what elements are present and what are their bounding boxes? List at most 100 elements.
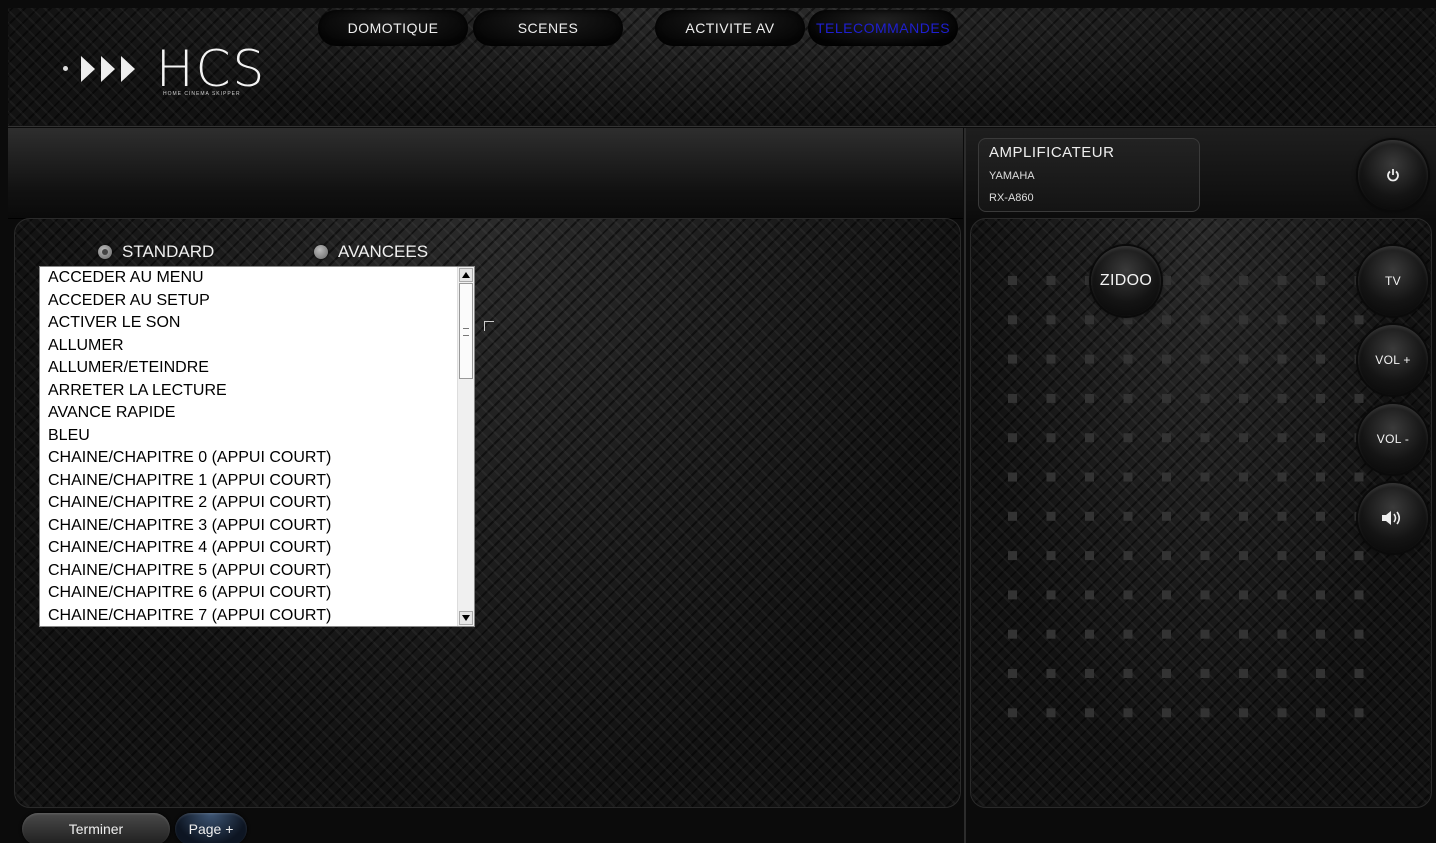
list-item[interactable]: ACCEDER AU SETUP: [40, 290, 457, 313]
grid-slot: [1085, 669, 1094, 678]
scroll-up-button[interactable]: [459, 268, 473, 282]
grid-slot: [1046, 433, 1056, 443]
grid-slot: [1085, 472, 1094, 482]
list-item[interactable]: ACCEDER AU MENU: [40, 267, 457, 290]
grid-slot: [1200, 472, 1210, 482]
mute-button[interactable]: [1358, 483, 1428, 553]
grid-slot: [1277, 708, 1287, 718]
list-item[interactable]: AVANCE RAPIDE: [40, 402, 457, 425]
device-type: AMPLIFICATEUR: [989, 144, 1115, 161]
grid-slot: [1123, 590, 1133, 600]
grid-slot: [1046, 354, 1056, 364]
arrow-down-icon: [462, 615, 470, 621]
grid-slot: [1277, 551, 1287, 561]
list-item[interactable]: CHAINE/CHAPITRE 1 (APPUI COURT): [40, 470, 457, 493]
grid-slot: [1085, 354, 1094, 364]
list-item[interactable]: ALLUMER: [40, 335, 457, 358]
radio-advanced[interactable]: AVANCEES: [314, 242, 428, 262]
radio-advanced-indicator: [314, 245, 328, 259]
grid-slot: [1008, 708, 1017, 718]
grid-slot: [1200, 393, 1210, 403]
grid-slot: [1162, 276, 1171, 285]
grid-slot: [1123, 511, 1133, 521]
grid-slot: [1162, 511, 1171, 521]
grid-slot: [1085, 433, 1094, 443]
grid-slot: [1316, 393, 1325, 403]
grid-slot: [1008, 629, 1017, 639]
grid-slot: [1200, 433, 1210, 443]
remote-grid: [1008, 276, 1364, 718]
list-item[interactable]: CHAINE/CHAPITRE 4 (APPUI COURT): [40, 537, 457, 560]
logo-arrows-icon: [81, 56, 135, 82]
grid-slot: [1239, 393, 1248, 403]
grid-slot: [1162, 629, 1171, 639]
grid-slot: [1316, 276, 1325, 285]
grid-slot: [1239, 629, 1248, 639]
tab-activite-av[interactable]: ACTIVITE AV: [655, 10, 805, 46]
grid-slot: [1008, 315, 1017, 325]
grid-slot: [1277, 315, 1287, 325]
divider: [964, 128, 966, 843]
grid-slot: [1316, 590, 1325, 600]
grid-slot: [1008, 472, 1017, 482]
tv-button[interactable]: TV: [1358, 246, 1428, 316]
commands-items: ACCEDER AU MENU ACCEDER AU SETUP ACTIVER L…: [40, 267, 457, 627]
list-item[interactable]: CHAINE/CHAPITRE 5 (APPUI COURT): [40, 560, 457, 583]
resize-corner-mark: [484, 321, 494, 331]
power-button[interactable]: [1358, 140, 1428, 210]
grid-slot: [1046, 472, 1056, 482]
list-item[interactable]: ALLUMER/ETEINDRE: [40, 357, 457, 380]
grid-slot: [1354, 315, 1364, 325]
grid-slot: [1085, 511, 1094, 521]
commands-list[interactable]: ACCEDER AU MENU ACCEDER AU SETUP ACTIVER L…: [39, 266, 475, 627]
list-item[interactable]: CHAINE/CHAPITRE 6 (APPUI COURT): [40, 582, 457, 605]
grid-slot: [1085, 708, 1094, 718]
list-item[interactable]: ARRETER LA LECTURE: [40, 380, 457, 403]
list-item[interactable]: CHAINE/CHAPITRE 3 (APPUI COURT): [40, 515, 457, 538]
tab-scenes[interactable]: SCENES: [473, 10, 623, 46]
toolbar-strip: [8, 128, 963, 219]
grid-slot: [1200, 315, 1210, 325]
vol-minus-button[interactable]: VOL -: [1358, 404, 1428, 474]
tab-telecommandes[interactable]: TELECOMMANDES: [808, 10, 958, 46]
list-item[interactable]: CHAINE/CHAPITRE 7 (APPUI COURT): [40, 605, 457, 627]
zidoo-label: ZIDOO: [1099, 272, 1153, 289]
grid-slot: [1046, 393, 1056, 403]
grid-slot: [1200, 354, 1210, 364]
device-card: AMPLIFICATEUR YAMAHA RX-A860: [978, 138, 1200, 212]
arrow-up-icon: [462, 272, 470, 278]
list-scrollbar[interactable]: [457, 267, 474, 626]
grid-slot: [1085, 590, 1094, 600]
device-model: RX-A860: [989, 192, 1034, 204]
next-page-button[interactable]: Page +: [175, 813, 247, 843]
list-item[interactable]: BLEU: [40, 425, 457, 448]
tab-domotique[interactable]: DOMOTIQUE: [318, 10, 468, 46]
scroll-thumb[interactable]: [459, 283, 473, 379]
grid-slot: [1123, 393, 1133, 403]
grid-slot: [1277, 276, 1287, 285]
vol-plus-button[interactable]: VOL +: [1358, 325, 1428, 395]
grid-slot: [1008, 551, 1017, 561]
grid-slot: [1162, 393, 1171, 403]
grid-slot: [1085, 315, 1094, 325]
grid-slot: [1200, 276, 1210, 285]
grid-slot: [1277, 629, 1287, 639]
zidoo-button[interactable]: ZIDOO: [1091, 246, 1161, 316]
radio-standard[interactable]: STANDARD: [98, 242, 214, 262]
grid-slot: [1200, 511, 1210, 521]
tv-label: TV: [1385, 274, 1401, 288]
grid-slot: [1162, 551, 1171, 561]
grid-slot: [1046, 629, 1056, 639]
grid-slot: [1239, 472, 1248, 482]
grid-slot: [1239, 708, 1248, 718]
grid-slot: [1008, 590, 1017, 600]
grid-slot: [1200, 708, 1210, 718]
scroll-down-button[interactable]: [459, 611, 473, 625]
list-item[interactable]: CHAINE/CHAPITRE 0 (APPUI COURT): [40, 447, 457, 470]
list-item[interactable]: CHAINE/CHAPITRE 2 (APPUI COURT): [40, 492, 457, 515]
finish-button[interactable]: Terminer: [22, 813, 170, 843]
grid-slot: [1008, 511, 1017, 521]
list-item[interactable]: ACTIVER LE SON: [40, 312, 457, 335]
grid-slot: [1239, 433, 1248, 443]
grid-slot: [1123, 315, 1133, 325]
